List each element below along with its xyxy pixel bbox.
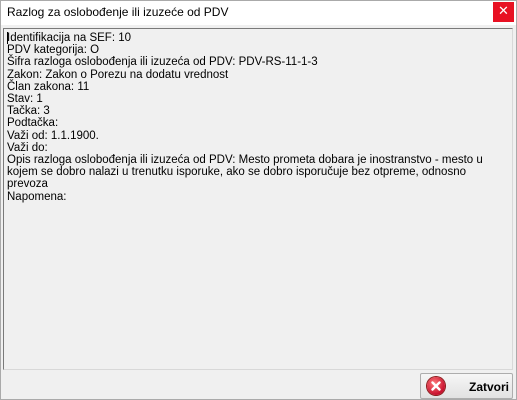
window-title: Razlog za oslobođenje ili izuzeće od PDV <box>7 5 229 19</box>
detail-line-pdv-category: PDV kategorija: O <box>7 44 100 57</box>
detail-line-note: Napomena: <box>7 190 67 203</box>
detail-line-description: Opis razloga oslobođenja ili izuzeća od … <box>7 154 486 191</box>
detail-line-point: Tačka: 3 <box>7 105 50 118</box>
detail-line-subpoint: Podtačka: <box>7 117 59 130</box>
close-icon: ✕ <box>498 4 509 19</box>
detail-line-article: Član zakona: 11 <box>7 80 90 93</box>
detail-line-paragraph: Stav: 1 <box>7 93 43 106</box>
detail-line-valid-to: Važi do: <box>7 141 48 154</box>
detail-line-sef-id: Identifikacija na SEF: 10 <box>7 32 132 44</box>
zatvori-button-label: Zatvori <box>469 380 510 394</box>
text-caret <box>7 32 8 44</box>
detail-line-exemption-code: Šifra razloga oslobođenja ili izuzeća od… <box>7 56 318 69</box>
details-textbox[interactable]: Identifikacija na SEF: 10 PDV kategorija… <box>3 28 513 370</box>
detail-line-valid-from: Važi od: 1.1.1900. <box>7 129 99 142</box>
title-bar[interactable]: Razlog za oslobođenje ili izuzeće od PDV… <box>1 1 516 25</box>
details-lines: Identifikacija na SEF: 10 PDV kategorija… <box>7 32 507 203</box>
detail-line-law: Zakon: Zakon o Porezu na dodatu vrednost <box>7 68 229 81</box>
zatvori-button[interactable]: Zatvori <box>420 373 513 399</box>
close-window-button[interactable]: ✕ <box>493 2 514 22</box>
button-bar: Zatvori <box>1 371 516 399</box>
dialog-window: Razlog za oslobođenje ili izuzeće od PDV… <box>0 0 517 400</box>
red-x-circle-icon <box>427 377 445 395</box>
